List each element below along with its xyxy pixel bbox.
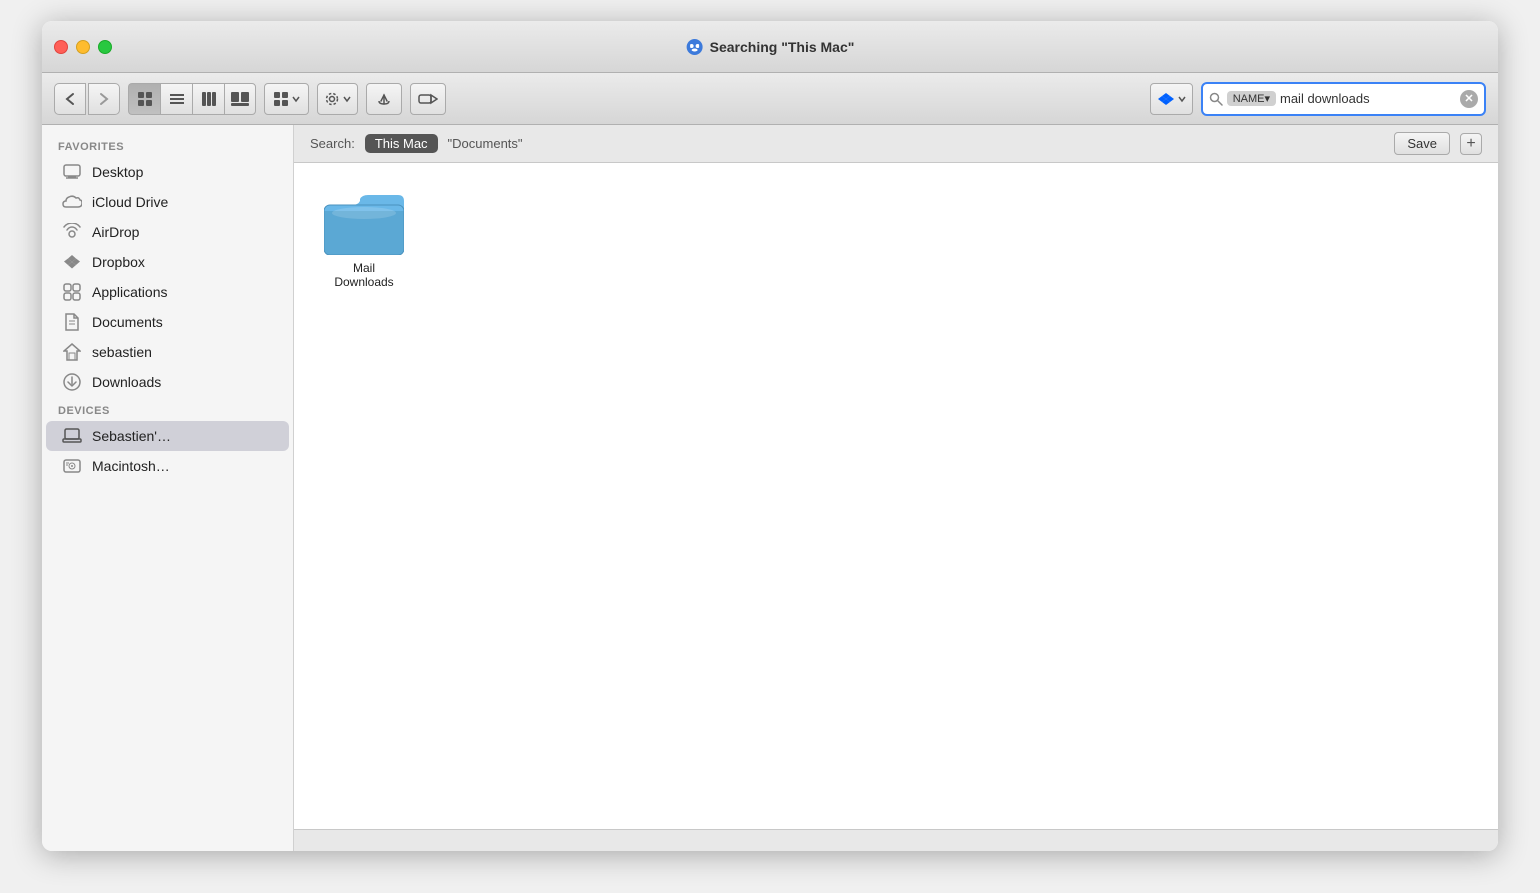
- group-icon: [273, 91, 289, 107]
- add-criteria-button[interactable]: +: [1460, 133, 1482, 155]
- sidebar-item-macintosh-label: Macintosh…: [92, 458, 170, 474]
- gallery-icon: [230, 91, 250, 107]
- home-icon: [62, 342, 82, 362]
- devices-label: Devices: [42, 397, 293, 421]
- toolbar: NAME▾ ✕: [42, 73, 1498, 125]
- window-title: Searching "This Mac": [710, 39, 855, 55]
- column-icon: [201, 91, 217, 107]
- tag-icon: [418, 91, 438, 107]
- laptop-icon: [62, 426, 82, 446]
- save-search-button[interactable]: Save: [1394, 132, 1450, 155]
- sidebar-item-sebastien-mac[interactable]: Sebastien'…: [46, 421, 289, 451]
- back-button[interactable]: [54, 83, 86, 115]
- content-area: Mail Downloads: [294, 163, 1498, 829]
- search-scope-label: Search:: [310, 136, 355, 151]
- grid-icon: [137, 91, 153, 107]
- list-view-button[interactable]: [160, 83, 192, 115]
- close-button[interactable]: [54, 40, 68, 54]
- sidebar-item-airdrop[interactable]: AirDrop: [46, 217, 289, 247]
- list-icon: [169, 91, 185, 107]
- sidebar-item-sebastien-label: sebastien: [92, 344, 152, 360]
- sidebar-item-dropbox[interactable]: Dropbox: [46, 247, 289, 277]
- gear-icon: [324, 91, 340, 107]
- favorites-label: Favorites: [42, 133, 293, 157]
- share-button[interactable]: [366, 83, 402, 115]
- group-view-button[interactable]: [264, 83, 309, 115]
- list-item[interactable]: Mail Downloads: [314, 183, 414, 297]
- sidebar-item-downloads[interactable]: Downloads: [46, 367, 289, 397]
- back-icon: [65, 92, 75, 106]
- file-grid: Mail Downloads: [314, 183, 1478, 297]
- nav-buttons: [54, 83, 120, 115]
- minimize-button[interactable]: [76, 40, 90, 54]
- documents-icon: [62, 312, 82, 332]
- search-field[interactable]: NAME▾ ✕: [1201, 82, 1486, 116]
- view-buttons-group: [128, 83, 256, 115]
- sidebar-item-airdrop-label: AirDrop: [92, 224, 139, 240]
- tag-button[interactable]: [410, 83, 446, 115]
- sidebar-item-macintosh[interactable]: Macintosh…: [46, 451, 289, 481]
- sidebar-item-downloads-label: Downloads: [92, 374, 161, 390]
- airdrop-icon: [62, 222, 82, 242]
- disk-icon: [62, 456, 82, 476]
- search-input[interactable]: [1280, 91, 1456, 106]
- dropbox-button[interactable]: [1150, 83, 1193, 115]
- sidebar: Favorites Desktop iCloud Driv: [42, 125, 294, 851]
- sidebar-item-documents-label: Documents: [92, 314, 163, 330]
- search-clear-button[interactable]: ✕: [1460, 90, 1478, 108]
- sidebar-item-applications[interactable]: Applications: [46, 277, 289, 307]
- gallery-view-button[interactable]: [224, 83, 256, 115]
- desktop-icon: [62, 162, 82, 182]
- forward-button[interactable]: [88, 83, 120, 115]
- sidebar-item-sebastien[interactable]: sebastien: [46, 337, 289, 367]
- dropdown-arrow-icon: [292, 95, 300, 103]
- icon-view-button[interactable]: [128, 83, 160, 115]
- file-label: Mail Downloads: [322, 261, 406, 289]
- search-icon: [1209, 92, 1223, 106]
- status-bar: [294, 829, 1498, 851]
- downloads-icon: [62, 372, 82, 392]
- sidebar-item-desktop[interactable]: Desktop: [46, 157, 289, 187]
- sidebar-item-sebastien-mac-label: Sebastien'…: [92, 428, 171, 444]
- sidebar-item-desktop-label: Desktop: [92, 164, 143, 180]
- action-button[interactable]: [317, 83, 358, 115]
- share-icon: [376, 91, 392, 107]
- forward-icon: [99, 92, 109, 106]
- finder-icon: [686, 38, 704, 56]
- main-area: Favorites Desktop iCloud Driv: [42, 125, 1498, 851]
- icloud-icon: [62, 192, 82, 212]
- gear-dropdown-icon: [343, 95, 351, 103]
- maximize-button[interactable]: [98, 40, 112, 54]
- sidebar-item-applications-label: Applications: [92, 284, 168, 300]
- sidebar-item-documents[interactable]: Documents: [46, 307, 289, 337]
- traffic-lights: [54, 40, 112, 54]
- sidebar-item-icloud[interactable]: iCloud Drive: [46, 187, 289, 217]
- window-title-area: Searching "This Mac": [686, 38, 855, 56]
- column-view-button[interactable]: [192, 83, 224, 115]
- search-scope-bar: Search: This Mac "Documents" Save +: [294, 125, 1498, 163]
- content-wrapper: Search: This Mac "Documents" Save +: [294, 125, 1498, 851]
- applications-icon: [62, 282, 82, 302]
- sidebar-item-dropbox-label: Dropbox: [92, 254, 145, 270]
- this-mac-scope-button[interactable]: This Mac: [365, 134, 438, 153]
- dropbox-dropdown-icon: [1178, 95, 1186, 103]
- search-scope-name-badge[interactable]: NAME▾: [1227, 91, 1276, 106]
- documents-scope-link[interactable]: "Documents": [448, 136, 523, 151]
- folder-icon: [324, 191, 404, 255]
- titlebar: Searching "This Mac": [42, 21, 1498, 73]
- dropbox-icon: [1157, 91, 1175, 107]
- dropbox-sidebar-icon: [62, 252, 82, 272]
- sidebar-item-icloud-label: iCloud Drive: [92, 194, 168, 210]
